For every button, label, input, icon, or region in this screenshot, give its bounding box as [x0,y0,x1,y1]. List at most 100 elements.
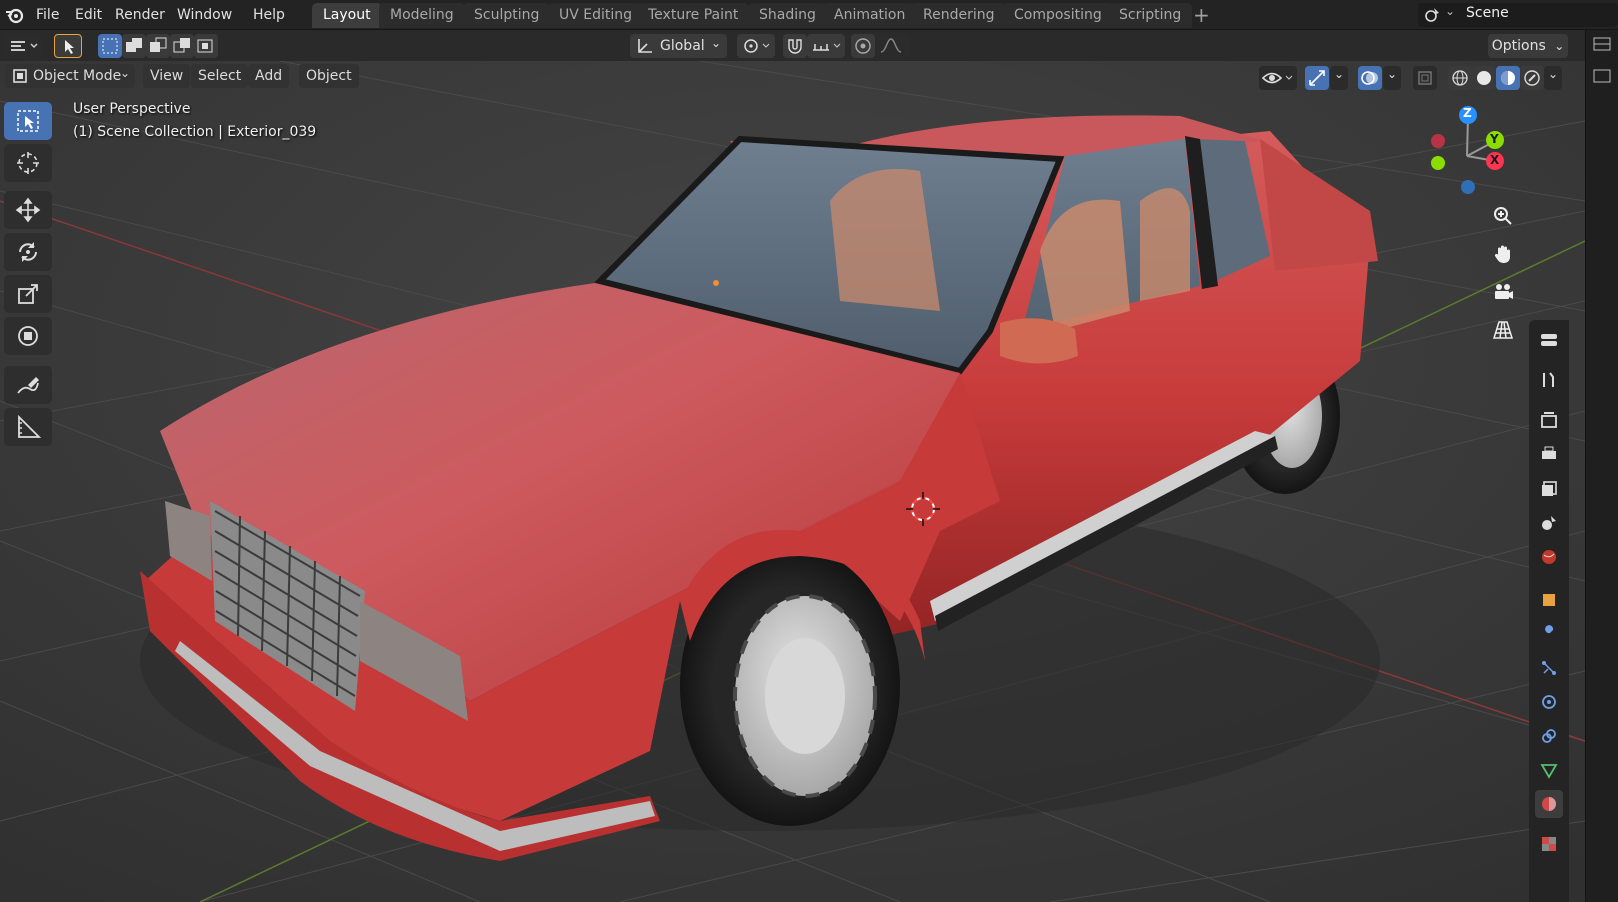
tab-scripting[interactable]: Scripting [1108,3,1193,28]
mode-extend-button[interactable] [122,34,146,58]
tab-animation[interactable]: Animation [823,3,917,28]
tab-layout[interactable]: Layout [312,3,382,28]
tab-render[interactable] [1535,406,1563,434]
tab-scene[interactable] [1535,509,1563,537]
snap-toggle[interactable] [783,34,807,58]
object-origin [713,280,719,286]
gizmo-y-label: Y [1490,132,1499,146]
gizmo-dropdown[interactable]: ⌄ [1330,66,1348,90]
tab-tool[interactable] [1535,366,1563,394]
navigation-gizmo[interactable]: Z Y X [1420,101,1510,201]
cursor-icon [65,40,74,54]
tab-object[interactable] [1535,586,1563,614]
outliner-collapsed-icon[interactable] [1586,30,1618,110]
scene-name: Scene [1466,5,1509,21]
wrench-screwdriver-icon [1543,372,1554,387]
scale-icon [18,284,38,304]
options-dropdown[interactable]: Options ⌄ [1488,34,1568,58]
mode-invert-button[interactable] [170,34,194,58]
tab-texture-paint[interactable]: Texture Paint [637,3,750,28]
shading-wireframe-button[interactable] [1448,66,1472,90]
proportional-edit-toggle[interactable] [851,34,875,58]
tab-physics[interactable] [1535,688,1563,716]
annotate-pencil-icon [17,377,39,394]
tool-move[interactable] [4,191,52,229]
tool-measure[interactable] [4,408,52,446]
tool-annotate[interactable] [4,366,52,404]
tab-compositing[interactable]: Compositing [1003,3,1113,28]
tab-texture[interactable] [1535,830,1563,858]
select-tool-button[interactable] [54,34,82,58]
tool-transform[interactable] [4,317,52,355]
shading-solid-button[interactable] [1472,66,1496,90]
tool-cursor[interactable] [4,144,52,182]
gizmo-toggle[interactable] [1305,66,1329,90]
3d-viewport[interactable]: User Perspective (1) Scene Collection | … [0,61,1585,902]
overlays-toggle[interactable] [1358,66,1382,90]
menu-file[interactable]: File [30,4,65,26]
menu-select[interactable]: Select [191,64,249,88]
snap-target-dropdown[interactable] [807,34,845,58]
chevron-down-icon: ⌄ [1386,67,1398,81]
tool-scale[interactable] [4,275,52,313]
menu-help[interactable]: Help [247,4,291,26]
tab-rendering[interactable]: Rendering [912,3,1006,28]
tab-world[interactable] [1535,543,1563,571]
add-workspace-icon[interactable]: + [1193,4,1210,26]
menu-edit[interactable]: Edit [69,4,108,26]
viewport-header: Object Mode ⌄ View Select Add Object ⌄ ⌄ [0,61,1585,95]
chevron-down-icon: ⌄ [1445,4,1456,18]
tab-particles[interactable] [1535,654,1563,682]
xray-toggle[interactable] [1413,66,1437,90]
tab-modeling[interactable]: Modeling [379,3,465,28]
viewport-collection-label: (1) Scene Collection | Exterior_039 [73,124,317,140]
menu-window[interactable]: Window [171,4,238,26]
falloff-curve-icon [880,38,902,53]
zoom-button[interactable] [1486,199,1520,233]
menu-view[interactable]: View [143,64,191,88]
editor-type-button[interactable] [4,34,42,58]
tab-data[interactable] [1535,756,1563,784]
chevron-down-icon: ⌄ [1554,39,1565,53]
tab-tool-settings[interactable] [1535,326,1563,354]
blender-logo-icon[interactable] [5,5,25,25]
tab-modifiers[interactable] [1535,620,1563,648]
menu-render[interactable]: Render [109,4,171,26]
shading-dropdown[interactable]: ⌄ [1544,66,1562,90]
pan-button[interactable] [1486,237,1520,271]
visibility-dropdown[interactable] [1259,66,1297,90]
tab-output[interactable] [1535,440,1563,468]
tool-select-box[interactable] [4,102,52,140]
wireframe-sphere-icon [1452,70,1468,86]
scene-selector[interactable]: ⌄ Scene [1418,3,1618,27]
tab-uv-editing[interactable]: UV Editing [548,3,644,28]
proportional-icon [855,38,871,54]
tab-shading[interactable]: Shading [748,3,827,28]
menu-add[interactable]: Add [248,64,290,88]
gizmo-x-label: X [1490,153,1500,167]
select-extend-icon [126,38,142,52]
mode-intersect-button[interactable] [194,34,218,58]
mode-subtract-button[interactable] [146,34,170,58]
blender-window: File Edit Render Window Help Layout Mode… [0,0,1618,902]
physics-orbit-icon [1542,695,1556,709]
tab-sculpting[interactable]: Sculpting [463,3,551,28]
menu-object[interactable]: Object [299,64,359,88]
tab-constraints[interactable] [1535,722,1563,750]
camera-view-button[interactable] [1486,275,1520,309]
overlays-dropdown[interactable]: ⌄ [1383,66,1401,90]
tool-rotate[interactable] [4,233,52,271]
shading-rendered-button[interactable] [1520,66,1544,90]
transform-orientation-dropdown[interactable]: Global ⌄ [630,34,727,58]
eye-icon [1261,72,1293,84]
gizmo-icon [1309,70,1325,86]
proportional-falloff-dropdown[interactable] [876,34,910,58]
tab-view-layer[interactable] [1535,475,1563,503]
shading-material-button[interactable] [1496,66,1520,90]
mode-new-selection-button[interactable] [98,34,122,58]
tab-material[interactable] [1535,790,1563,818]
pivot-point-dropdown[interactable] [737,34,775,58]
mode-dropdown[interactable]: Object Mode ⌄ [5,64,135,88]
editor-type-icon [11,41,38,51]
perspective-toggle-button[interactable] [1486,313,1520,347]
